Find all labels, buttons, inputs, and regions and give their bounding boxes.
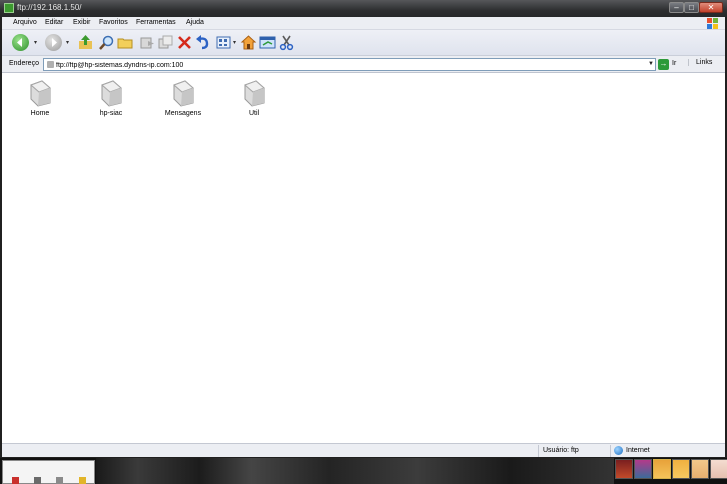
views-dropdown-icon[interactable]: ▾ [233,39,236,46]
folder-label: Mensagens [164,110,202,117]
network-folder-icon [244,80,265,107]
delete-icon[interactable] [176,34,193,51]
window-title: ftp://192.168.1.50/ [17,3,82,12]
cut-icon[interactable] [278,34,295,51]
folder-item-mensagens[interactable]: Mensagens [153,79,213,124]
menu-arquivo[interactable]: Arquivo [13,19,37,26]
thumbnail-strip[interactable] [615,459,727,481]
status-divider [610,445,611,457]
quick-launch-icon[interactable] [79,477,86,484]
menu-favoritos[interactable]: Favoritos [99,19,128,26]
status-user: Usuário: ftp [543,447,579,454]
go-button[interactable]: → Ir [658,58,686,71]
address-bar: Endereço ▼ → Ir Links [2,56,725,73]
thumbnail-image[interactable] [653,459,671,479]
thumbnail-image[interactable] [710,459,727,479]
menu-editar[interactable]: Editar [45,19,63,26]
address-label: Endereço [9,60,39,67]
folder-label: Home [30,110,50,117]
title-bar: ftp://192.168.1.50/ ‒ □ ✕ [0,0,727,17]
thumbnail-image[interactable] [691,459,709,479]
back-dropdown-icon[interactable]: ▾ [34,39,37,46]
maximize-button[interactable]: □ [684,2,699,13]
taskbar [0,458,727,484]
close-button[interactable]: ✕ [699,2,723,13]
network-folder-icon [173,80,194,107]
network-folder-icon [101,80,122,107]
menu-bar: Arquivo Editar Exibir Favoritos Ferramen… [2,17,725,30]
status-zone: Internet [626,447,650,454]
home-icon[interactable] [240,34,257,51]
forward-icon[interactable] [45,34,62,51]
forward-dropdown-icon[interactable]: ▾ [66,39,69,46]
quick-launch-icon[interactable] [12,477,19,484]
toolbar: ▾ ▾ ▾ [2,30,725,56]
thumbnail-image[interactable] [615,459,633,479]
status-divider [538,445,539,457]
network-folder-icon [30,80,51,107]
go-label: Ir [672,60,677,67]
menu-ferramentas[interactable]: Ferramentas [136,19,176,26]
address-dropdown-icon[interactable]: ▼ [648,61,654,67]
quick-launch-panel [2,460,95,484]
undo-icon[interactable] [194,34,211,51]
folder-item-util[interactable]: Util [224,79,284,124]
thumbnail-image[interactable] [634,459,652,479]
go-arrow-icon: → [658,59,669,70]
quick-launch-icon[interactable] [34,477,41,484]
back-icon[interactable] [12,34,29,51]
links-button[interactable]: Links [688,59,723,66]
quick-launch-icon[interactable] [56,477,63,484]
folders-icon[interactable] [117,34,134,51]
menu-ajuda[interactable]: Ajuda [186,19,204,26]
up-folder-icon[interactable] [77,34,94,51]
address-field[interactable]: ▼ [43,58,656,71]
menu-exibir[interactable]: Exibir [73,19,91,26]
address-input[interactable] [56,60,641,70]
ftp-folder-icon [47,61,54,68]
minimize-button[interactable]: ‒ [669,2,684,13]
copy-to-icon[interactable] [157,34,174,51]
windows-logo-icon [706,17,719,30]
search-icon[interactable] [98,34,115,51]
folder-label: hp-siac [99,110,123,117]
views-icon[interactable] [216,34,233,51]
move-to-icon[interactable] [139,34,156,51]
folder-view[interactable]: Home hp-siac Mensagens Util [2,73,725,443]
status-bar: Usuário: ftp Internet [2,443,725,457]
folder-label: Util [248,110,260,117]
app-icon [4,3,14,13]
thumbnail-image[interactable] [672,459,690,479]
taskbar-strip[interactable] [96,458,614,484]
folder-item-home[interactable]: Home [10,79,70,124]
map-drive-icon[interactable] [259,34,276,51]
folder-item-hp-siac[interactable]: hp-siac [81,79,141,124]
internet-globe-icon [614,446,623,455]
